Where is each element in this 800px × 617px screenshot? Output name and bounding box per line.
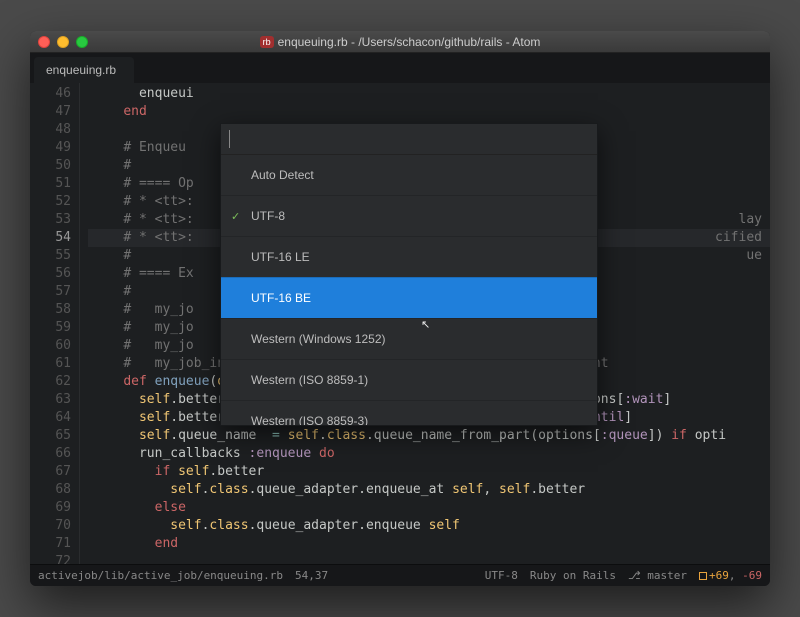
zoom-window-button[interactable] bbox=[76, 36, 88, 48]
tab-label: enqueuing.rb bbox=[46, 63, 116, 77]
code-line: self.class.queue_adapter.enqueue self bbox=[88, 517, 770, 535]
code-fragment: ue bbox=[746, 247, 762, 265]
status-encoding[interactable]: UTF-8 bbox=[485, 569, 518, 582]
code-fragment: cified bbox=[715, 229, 762, 247]
line-number: 67 bbox=[30, 463, 71, 481]
line-number: 51 bbox=[30, 175, 71, 193]
encoding-option-label: Western (ISO 8859-1) bbox=[251, 373, 368, 387]
check-icon: ✓ bbox=[231, 208, 240, 226]
line-number: 60 bbox=[30, 337, 71, 355]
line-number: 68 bbox=[30, 481, 71, 499]
line-number: 46 bbox=[30, 85, 71, 103]
text-editor[interactable]: 4647484950515253545556575859606162636465… bbox=[30, 83, 770, 564]
close-window-button[interactable] bbox=[38, 36, 50, 48]
encoding-search-input[interactable] bbox=[229, 130, 589, 148]
line-number: 70 bbox=[30, 517, 71, 535]
git-branch-icon: ⎇ bbox=[628, 569, 641, 582]
git-branch-name: master bbox=[647, 569, 687, 582]
encoding-option-label: Western (ISO 8859-3) bbox=[251, 414, 368, 425]
code-line: if self.better bbox=[88, 463, 770, 481]
line-number: 66 bbox=[30, 445, 71, 463]
line-number: 59 bbox=[30, 319, 71, 337]
diff-square-icon bbox=[699, 572, 707, 580]
line-number: 61 bbox=[30, 355, 71, 373]
encoding-option-label: UTF-16 BE bbox=[251, 291, 311, 305]
code-line: end bbox=[88, 535, 770, 553]
titlebar: rb enqueuing.rb - /Users/schacon/github/… bbox=[30, 31, 770, 53]
encoding-option[interactable]: Western (ISO 8859-1) bbox=[221, 359, 597, 400]
encoding-option[interactable]: UTF-16 BE bbox=[221, 277, 597, 318]
encoding-option[interactable]: Auto Detect bbox=[221, 155, 597, 195]
encoding-option[interactable]: Western (Windows 1252) bbox=[221, 318, 597, 359]
line-number: 64 bbox=[30, 409, 71, 427]
code-line: run_callbacks :enqueue do bbox=[88, 445, 770, 463]
status-git-diff[interactable]: +69, -69 bbox=[699, 569, 762, 582]
line-number: 56 bbox=[30, 265, 71, 283]
status-file-path[interactable]: activejob/lib/active_job/enqueuing.rb bbox=[38, 569, 283, 582]
status-cursor-position[interactable]: 54,37 bbox=[295, 569, 328, 582]
line-number: 62 bbox=[30, 373, 71, 391]
code-line: self.class.queue_adapter.enqueue_at self… bbox=[88, 481, 770, 499]
encoding-option-label: Auto Detect bbox=[251, 168, 314, 182]
code-line: end bbox=[88, 103, 770, 121]
code-fragment: lay bbox=[739, 211, 762, 229]
line-number: 52 bbox=[30, 193, 71, 211]
encoding-option[interactable]: ✓ UTF-8 bbox=[221, 195, 597, 236]
line-number: 55 bbox=[30, 247, 71, 265]
line-number: 48 bbox=[30, 121, 71, 139]
window-title-text: enqueuing.rb - /Users/schacon/github/rai… bbox=[278, 35, 541, 49]
encoding-options-list: Auto Detect ✓ UTF-8 UTF-16 LE UTF-16 BE Weste… bbox=[221, 155, 597, 425]
line-number-gutter: 4647484950515253545556575859606162636465… bbox=[30, 83, 80, 564]
line-number: 69 bbox=[30, 499, 71, 517]
diff-added: +69 bbox=[709, 569, 729, 582]
diff-removed: -69 bbox=[742, 569, 762, 582]
line-number: 63 bbox=[30, 391, 71, 409]
app-window: rb enqueuing.rb - /Users/schacon/github/… bbox=[30, 31, 770, 586]
line-number: 50 bbox=[30, 157, 71, 175]
encoding-option-label: UTF-8 bbox=[251, 209, 285, 223]
encoding-option-label: Western (Windows 1252) bbox=[251, 332, 386, 346]
tab-enqueuing[interactable]: enqueuing.rb bbox=[34, 57, 134, 83]
line-number: 54 bbox=[30, 229, 71, 247]
diff-separator: , bbox=[729, 569, 742, 582]
code-line bbox=[88, 553, 770, 564]
status-bar: activejob/lib/active_job/enqueuing.rb 54… bbox=[30, 564, 770, 586]
line-number: 65 bbox=[30, 427, 71, 445]
line-number: 71 bbox=[30, 535, 71, 553]
minimize-window-button[interactable] bbox=[57, 36, 69, 48]
line-number: 53 bbox=[30, 211, 71, 229]
line-number: 47 bbox=[30, 103, 71, 121]
encoding-option-label: UTF-16 LE bbox=[251, 250, 310, 264]
filetype-badge: rb bbox=[260, 36, 274, 48]
line-number: 57 bbox=[30, 283, 71, 301]
encoding-option[interactable]: UTF-16 LE bbox=[221, 236, 597, 277]
line-number: 72 bbox=[30, 553, 71, 564]
status-grammar[interactable]: Ruby on Rails bbox=[530, 569, 616, 582]
window-title: rb enqueuing.rb - /Users/schacon/github/… bbox=[30, 35, 770, 49]
line-number: 58 bbox=[30, 301, 71, 319]
code-line: self.queue_name = self.class.queue_name_… bbox=[88, 427, 770, 445]
code-line: else bbox=[88, 499, 770, 517]
line-number: 49 bbox=[30, 139, 71, 157]
window-controls bbox=[38, 36, 88, 48]
encoding-selector-panel: Auto Detect ✓ UTF-8 UTF-16 LE UTF-16 BE Weste… bbox=[220, 123, 598, 426]
status-git-branch[interactable]: ⎇ master bbox=[628, 569, 687, 582]
encoding-search-row bbox=[221, 124, 597, 155]
tab-bar: enqueuing.rb bbox=[30, 53, 770, 83]
encoding-option[interactable]: Western (ISO 8859-3) bbox=[221, 400, 597, 425]
code-line: enqueui bbox=[88, 85, 770, 103]
